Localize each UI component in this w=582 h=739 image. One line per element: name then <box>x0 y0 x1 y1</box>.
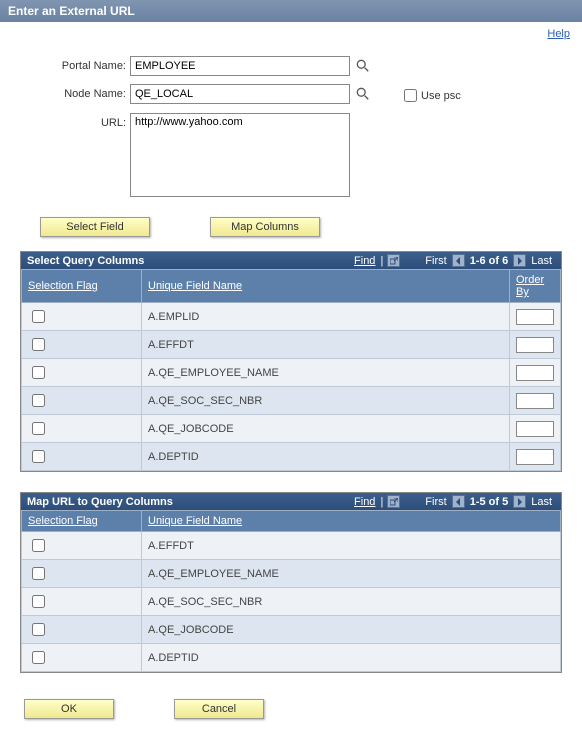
ok-button[interactable]: OK <box>24 699 114 719</box>
table-row: A.DEPTID <box>22 644 561 672</box>
page-title: Enter an External URL <box>8 4 135 18</box>
field-name-cell: A.EFFDT <box>142 532 561 560</box>
row-select-checkbox[interactable] <box>32 394 45 407</box>
magnifier-icon <box>356 59 370 73</box>
grid2-first-link[interactable]: First <box>425 496 446 508</box>
table-row: A.QE_JOBCODE <box>22 415 561 443</box>
grid1-title: Select Query Columns <box>27 255 144 267</box>
field-name-cell: A.QE_JOBCODE <box>142 616 561 644</box>
grid2-col-unique-field[interactable]: Unique Field Name <box>148 515 242 527</box>
row-select-checkbox[interactable] <box>32 567 45 580</box>
row-select-checkbox[interactable] <box>32 595 45 608</box>
grid1-find-link[interactable]: Find <box>354 255 375 267</box>
row-select-checkbox[interactable] <box>32 539 45 552</box>
grid1-col-selection-flag[interactable]: Selection Flag <box>28 280 98 292</box>
row-select-checkbox[interactable] <box>32 366 45 379</box>
table-row: A.DEPTID <box>22 443 561 471</box>
grid1-col-order-by[interactable]: Order By <box>516 274 544 298</box>
node-name-label: Node Name: <box>20 84 130 100</box>
portal-name-input[interactable] <box>130 56 350 76</box>
order-by-input[interactable] <box>516 393 554 409</box>
url-label: URL: <box>20 113 130 129</box>
popup-icon <box>390 257 398 265</box>
field-name-cell: A.QE_SOC_SEC_NBR <box>142 387 510 415</box>
grid1-prev-button[interactable] <box>452 254 465 267</box>
field-name-cell: A.QE_SOC_SEC_NBR <box>142 588 561 616</box>
order-by-input[interactable] <box>516 365 554 381</box>
table-row: A.QE_SOC_SEC_NBR <box>22 588 561 616</box>
portal-lookup-button[interactable] <box>354 57 372 75</box>
chevron-left-icon <box>454 498 462 506</box>
use-psc-label: Use psc <box>421 90 461 102</box>
map-columns-button[interactable]: Map Columns <box>210 217 320 237</box>
use-psc-checkbox[interactable] <box>404 89 417 102</box>
row-select-checkbox[interactable] <box>32 422 45 435</box>
row-select-checkbox[interactable] <box>32 651 45 664</box>
popup-icon <box>390 498 398 506</box>
table-row: A.QE_EMPLOYEE_NAME <box>22 560 561 588</box>
select-field-button[interactable]: Select Field <box>40 217 150 237</box>
portal-name-label: Portal Name: <box>20 56 130 72</box>
table-row: A.EMPLID <box>22 303 561 331</box>
grid1-view-all-button[interactable] <box>387 254 400 267</box>
grid2-find-link[interactable]: Find <box>354 496 375 508</box>
table-row: A.EFFDT <box>22 532 561 560</box>
chevron-right-icon <box>516 257 524 265</box>
grid1-next-button[interactable] <box>513 254 526 267</box>
node-lookup-button[interactable] <box>354 85 372 103</box>
cancel-button[interactable]: Cancel <box>174 699 264 719</box>
field-name-cell: A.QE_JOBCODE <box>142 415 510 443</box>
url-textarea[interactable] <box>130 113 350 197</box>
select-query-columns-grid: Select Query Columns Find | First 1-6 of… <box>20 251 562 472</box>
order-by-input[interactable] <box>516 309 554 325</box>
field-name-cell: A.QE_EMPLOYEE_NAME <box>142 560 561 588</box>
help-link[interactable]: Help <box>547 28 570 40</box>
grid1-col-unique-field[interactable]: Unique Field Name <box>148 280 242 292</box>
grid2-title: Map URL to Query Columns <box>27 496 173 508</box>
table-row: A.QE_JOBCODE <box>22 616 561 644</box>
row-select-checkbox[interactable] <box>32 450 45 463</box>
row-select-checkbox[interactable] <box>32 338 45 351</box>
grid2-last-link[interactable]: Last <box>531 496 552 508</box>
order-by-input[interactable] <box>516 421 554 437</box>
grid1-first-link[interactable]: First <box>425 255 446 267</box>
order-by-input[interactable] <box>516 337 554 353</box>
grid2-range: 1-5 of 5 <box>470 496 509 508</box>
grid1-last-link[interactable]: Last <box>531 255 552 267</box>
table-row: A.QE_SOC_SEC_NBR <box>22 387 561 415</box>
grid2-col-selection-flag[interactable]: Selection Flag <box>28 515 98 527</box>
table-row: A.QE_EMPLOYEE_NAME <box>22 359 561 387</box>
grid1-range: 1-6 of 6 <box>470 255 509 267</box>
field-name-cell: A.EMPLID <box>142 303 510 331</box>
grid2-view-all-button[interactable] <box>387 495 400 508</box>
chevron-left-icon <box>454 257 462 265</box>
table-row: A.EFFDT <box>22 331 561 359</box>
map-url-grid: Map URL to Query Columns Find | First 1-… <box>20 492 562 673</box>
magnifier-icon <box>356 87 370 101</box>
grid2-prev-button[interactable] <box>452 495 465 508</box>
form-area: Portal Name: Node Name: Use psc URL: <box>0 46 582 211</box>
grid2-next-button[interactable] <box>513 495 526 508</box>
row-select-checkbox[interactable] <box>32 623 45 636</box>
help-area: Help <box>0 22 582 46</box>
row-select-checkbox[interactable] <box>32 310 45 323</box>
field-name-cell: A.DEPTID <box>142 644 561 672</box>
node-name-input[interactable] <box>130 84 350 104</box>
order-by-input[interactable] <box>516 449 554 465</box>
field-name-cell: A.QE_EMPLOYEE_NAME <box>142 359 510 387</box>
field-name-cell: A.DEPTID <box>142 443 510 471</box>
field-name-cell: A.EFFDT <box>142 331 510 359</box>
page-title-bar: Enter an External URL <box>0 0 582 22</box>
chevron-right-icon <box>516 498 524 506</box>
